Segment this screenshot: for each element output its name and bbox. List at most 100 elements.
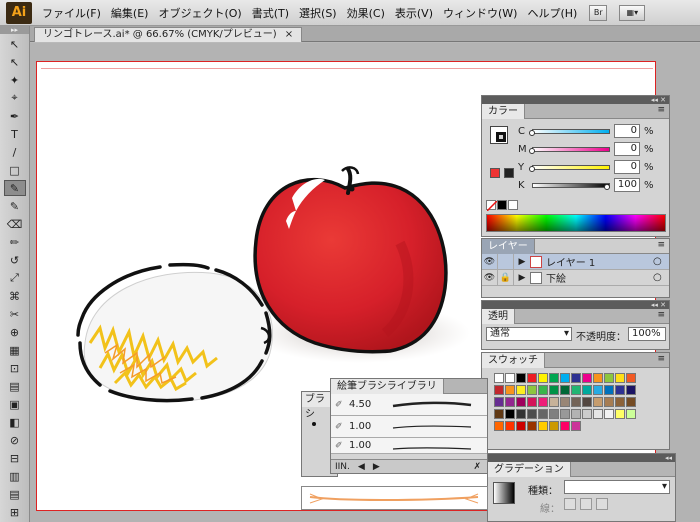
- none-swatch[interactable]: [486, 200, 498, 212]
- tool-button[interactable]: ⊞: [4, 504, 26, 520]
- swatch[interactable]: [516, 385, 526, 395]
- tab-color[interactable]: カラー: [482, 104, 525, 119]
- tool-button[interactable]: ▣: [4, 396, 26, 412]
- swatch[interactable]: [560, 397, 570, 407]
- swatch[interactable]: [560, 409, 570, 419]
- tool-button[interactable]: ⊟: [4, 450, 26, 466]
- menu-select[interactable]: 選択(S): [299, 5, 337, 21]
- tool-button[interactable]: ↖: [4, 36, 26, 52]
- magenta-slider[interactable]: [532, 146, 610, 152]
- close-icon[interactable]: ×: [285, 28, 293, 42]
- swatch[interactable]: [615, 409, 625, 419]
- magenta-thumb[interactable]: [529, 148, 535, 154]
- tool-button[interactable]: ↺: [4, 252, 26, 268]
- menu-file[interactable]: ファイル(F): [42, 5, 101, 21]
- layers-menu-icon[interactable]: ≡: [657, 240, 665, 250]
- cyan-value[interactable]: 0: [614, 124, 640, 138]
- tab-swatches[interactable]: スウォッチ: [482, 353, 545, 368]
- swatch[interactable]: [615, 385, 625, 395]
- tab-gradient[interactable]: グラデーション: [488, 462, 571, 477]
- stroke-gradient-option-3[interactable]: [596, 498, 608, 510]
- tool-button[interactable]: ▦: [4, 342, 26, 358]
- menu-type[interactable]: 書式(T): [252, 5, 289, 21]
- previous-library-button[interactable]: ◀: [358, 462, 365, 472]
- eye-icon[interactable]: 👁: [482, 269, 498, 286]
- tool-button[interactable]: ⌘: [4, 288, 26, 304]
- swatch[interactable]: [538, 373, 548, 383]
- tool-button[interactable]: ⤢: [4, 270, 26, 286]
- black-swatch[interactable]: [497, 200, 507, 210]
- tool-button[interactable]: □: [4, 162, 26, 178]
- layer-name[interactable]: レイヤー 1: [546, 254, 653, 269]
- swatch[interactable]: [626, 397, 636, 407]
- swatch[interactable]: [494, 373, 504, 383]
- swatch[interactable]: [505, 385, 515, 395]
- tool-button[interactable]: ✦: [4, 72, 26, 88]
- yellow-value[interactable]: 0: [614, 160, 640, 174]
- black-value[interactable]: 100: [614, 178, 640, 192]
- stroke-gradient-option-1[interactable]: [564, 498, 576, 510]
- layer-name[interactable]: 下絵: [546, 270, 653, 285]
- swatch[interactable]: [505, 397, 515, 407]
- apple-body[interactable]: [253, 177, 448, 354]
- swatch[interactable]: [593, 409, 603, 419]
- swatch[interactable]: [538, 397, 548, 407]
- brush-row[interactable]: ✐ 1.00: [331, 438, 487, 454]
- tab-layers[interactable]: レイヤー: [482, 239, 535, 254]
- color-spectrum[interactable]: [486, 214, 666, 232]
- tool-button[interactable]: ⌖: [4, 90, 26, 106]
- swatch[interactable]: [527, 409, 537, 419]
- tool-button[interactable]: ⊡: [4, 360, 26, 376]
- yellow-slider[interactable]: [532, 164, 610, 170]
- swatch[interactable]: [494, 421, 504, 431]
- swatch[interactable]: [571, 373, 581, 383]
- layer-row[interactable]: 👁 ▶ レイヤー 1 ○: [482, 253, 669, 270]
- tab-brush-library[interactable]: 絵筆ブラシライブラリ: [331, 379, 444, 394]
- panel-collapse-bar[interactable]: ◂◂ ✕: [482, 96, 669, 104]
- eye-icon[interactable]: 👁: [482, 253, 498, 270]
- swatch[interactable]: [527, 421, 537, 431]
- swatch[interactable]: [604, 385, 614, 395]
- panel-collapse-bar[interactable]: ◂◂: [488, 454, 675, 462]
- cyan-thumb[interactable]: [529, 130, 535, 136]
- swatch[interactable]: [593, 397, 603, 407]
- swatch[interactable]: [560, 385, 570, 395]
- tool-button[interactable]: ⌫: [4, 216, 26, 232]
- swatch[interactable]: [571, 421, 581, 431]
- swatch[interactable]: [582, 385, 592, 395]
- swatch[interactable]: [538, 421, 548, 431]
- lock-icon[interactable]: 🔒: [498, 269, 514, 286]
- swatch[interactable]: [549, 397, 559, 407]
- swatch[interactable]: [582, 409, 592, 419]
- swatch[interactable]: [494, 385, 504, 395]
- swatch[interactable]: [549, 373, 559, 383]
- swatch[interactable]: [604, 397, 614, 407]
- swatch[interactable]: [582, 397, 592, 407]
- target-icon[interactable]: ○: [653, 256, 669, 267]
- document-tab[interactable]: リンゴトレース.ai* @ 66.67% (CMYK/プレビュー) ×: [34, 27, 303, 42]
- tool-button[interactable]: ✒: [4, 108, 26, 124]
- swatch[interactable]: [516, 373, 526, 383]
- expand-arrow-icon[interactable]: ▶: [514, 270, 530, 286]
- menu-window[interactable]: ウィンドウ(W): [443, 5, 517, 21]
- swatch[interactable]: [516, 409, 526, 419]
- cyan-slider[interactable]: [532, 128, 610, 134]
- swatch[interactable]: [516, 421, 526, 431]
- blend-mode-dropdown[interactable]: 通常 ▾: [486, 327, 572, 341]
- tool-button[interactable]: ✏: [4, 234, 26, 250]
- brush-library-menu-icon[interactable]: IIN.: [335, 462, 350, 472]
- swatch[interactable]: [527, 373, 537, 383]
- black-slider[interactable]: [532, 182, 610, 188]
- tool-button[interactable]: ✎: [3, 180, 26, 196]
- yellow-thumb[interactable]: [529, 166, 535, 172]
- swatch[interactable]: [626, 385, 636, 395]
- tool-button[interactable]: ◧: [4, 414, 26, 430]
- tab-transparency[interactable]: 透明: [482, 309, 515, 324]
- out-of-gamut-icon[interactable]: [490, 168, 500, 178]
- panel-menu-icon[interactable]: ≡: [657, 105, 665, 115]
- menu-view[interactable]: 表示(V): [395, 5, 433, 21]
- delete-brush-icon[interactable]: ✗: [473, 462, 481, 472]
- gradient-type-dropdown[interactable]: ▾: [564, 480, 670, 494]
- layer-row[interactable]: 👁 🔒 ▶ 下絵 ○: [482, 269, 669, 286]
- tool-button[interactable]: ▥: [4, 468, 26, 484]
